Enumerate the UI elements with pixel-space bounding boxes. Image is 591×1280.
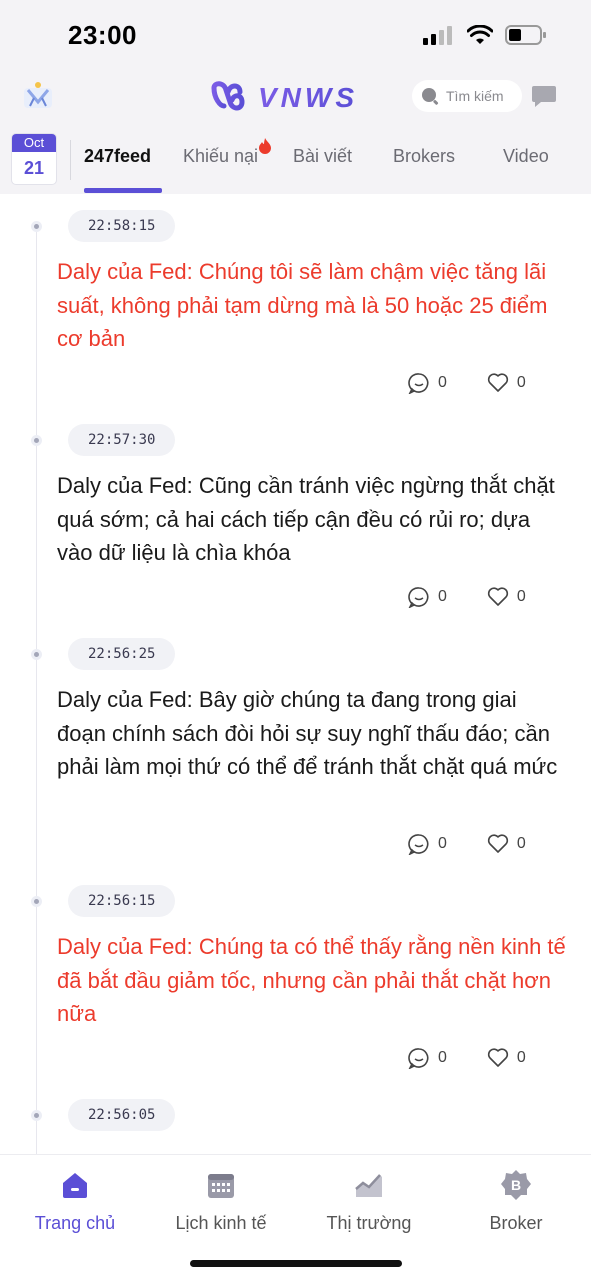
search-input[interactable]: Tìm kiếm [412, 80, 522, 112]
date-month: Oct [12, 134, 56, 152]
tab-divider [70, 140, 71, 180]
comment-button[interactable]: 0 [408, 586, 447, 608]
nav-home-label: Trang chủ [34, 1213, 116, 1233]
nav-calendar-label: Lịch kinh tế [175, 1213, 267, 1233]
status-icons [423, 24, 547, 46]
chart-icon [355, 1174, 382, 1197]
news-text[interactable]: Daly của Fed: Chúng tôi sẽ làm chậm việc… [57, 255, 567, 356]
news-text[interactable]: Daly của Fed: Chúng ta có thể thấy rằng … [57, 930, 567, 1031]
feed-actions: 0 0 [408, 833, 526, 855]
like-button[interactable]: 0 [487, 1048, 526, 1068]
timeline-dot [31, 649, 42, 660]
app-mascot-icon[interactable] [20, 78, 56, 114]
tab-brokers[interactable]: Brokers [393, 146, 455, 167]
search-placeholder: Tìm kiếm [446, 88, 504, 104]
news-text[interactable]: Daly của Fed: Bây giờ chúng ta đang tron… [57, 683, 567, 784]
home-indicator [190, 1260, 402, 1267]
comment-icon [408, 1048, 429, 1069]
comment-button[interactable]: 0 [408, 372, 447, 394]
like-count: 0 [516, 588, 526, 605]
comment-count: 0 [438, 1049, 447, 1066]
like-count: 0 [516, 835, 526, 852]
comment-count: 0 [438, 374, 447, 391]
nav-market[interactable]: Thị trường [294, 1169, 444, 1234]
search-icon [422, 88, 439, 105]
comment-count: 0 [438, 835, 447, 852]
tab-video[interactable]: Video [503, 146, 549, 167]
heart-icon [487, 834, 509, 853]
brand-text: VNWS [258, 82, 358, 112]
vnws-logo-icon[interactable]: VNWS [210, 80, 382, 112]
feed-actions: 0 0 [408, 372, 526, 394]
app-header: VNWS Tìm kiếm [0, 68, 591, 126]
fire-icon [259, 138, 271, 154]
nav-broker-label: Broker [489, 1213, 543, 1233]
svg-text:B: B [511, 1177, 521, 1193]
status-time: 23:00 [68, 20, 137, 50]
nav-market-label: Thị trường [326, 1213, 412, 1233]
timeline-dot [31, 1110, 42, 1121]
broker-badge-icon: B [501, 1170, 531, 1200]
heart-icon [487, 587, 509, 606]
nav-broker[interactable]: B Broker [441, 1169, 591, 1234]
like-count: 0 [516, 374, 526, 391]
battery-icon [505, 25, 546, 45]
chat-icon[interactable] [531, 83, 557, 109]
date-day: 21 [23, 158, 45, 178]
timeline-line [36, 224, 37, 1154]
timeline-dot [31, 221, 42, 232]
like-button[interactable]: 0 [487, 373, 526, 393]
timeline-dot [31, 435, 42, 446]
heart-icon [487, 1048, 509, 1067]
nav-home[interactable]: Trang chủ [0, 1169, 150, 1234]
tab-bai-viet[interactable]: Bài viết [293, 146, 352, 167]
comment-icon [408, 587, 429, 608]
feed-actions: 0 0 [408, 1047, 526, 1069]
status-bar: 23:00 [0, 0, 591, 68]
time-stamp: 22:56:25 [68, 638, 176, 670]
tab-247feed[interactable]: 247feed [84, 146, 151, 167]
comment-button[interactable]: 0 [408, 1047, 447, 1069]
comment-count: 0 [438, 588, 447, 605]
heart-icon [487, 373, 509, 392]
date-badge[interactable]: Oct 21 [12, 134, 56, 184]
home-icon [63, 1173, 87, 1198]
wifi-icon [467, 25, 493, 44]
signal-icon [423, 26, 452, 45]
timeline-dot [31, 896, 42, 907]
like-count: 0 [516, 1049, 526, 1066]
time-stamp: 22:58:15 [68, 210, 176, 242]
comment-button[interactable]: 0 [408, 833, 447, 855]
time-stamp: 22:56:05 [68, 1099, 176, 1131]
calendar-icon [208, 1174, 234, 1198]
time-stamp: 22:57:30 [68, 424, 176, 456]
tab-khieu-nai[interactable]: Khiếu nại [183, 146, 258, 167]
news-feed[interactable]: 22:58:15 Daly của Fed: Chúng tôi sẽ làm … [0, 194, 591, 1154]
comment-icon [408, 373, 429, 394]
active-tab-indicator [84, 188, 162, 193]
tab-bar: Oct 21 247feed Khiếu nại Bài viết Broker… [0, 126, 591, 194]
time-stamp: 22:56:15 [68, 885, 176, 917]
comment-icon [408, 834, 429, 855]
nav-economic-calendar[interactable]: Lịch kinh tế [146, 1169, 296, 1234]
news-text[interactable]: Daly của Fed: Cũng cần tránh việc ngừng … [57, 469, 567, 570]
feed-actions: 0 0 [408, 586, 526, 608]
like-button[interactable]: 0 [487, 587, 526, 607]
like-button[interactable]: 0 [487, 834, 526, 854]
